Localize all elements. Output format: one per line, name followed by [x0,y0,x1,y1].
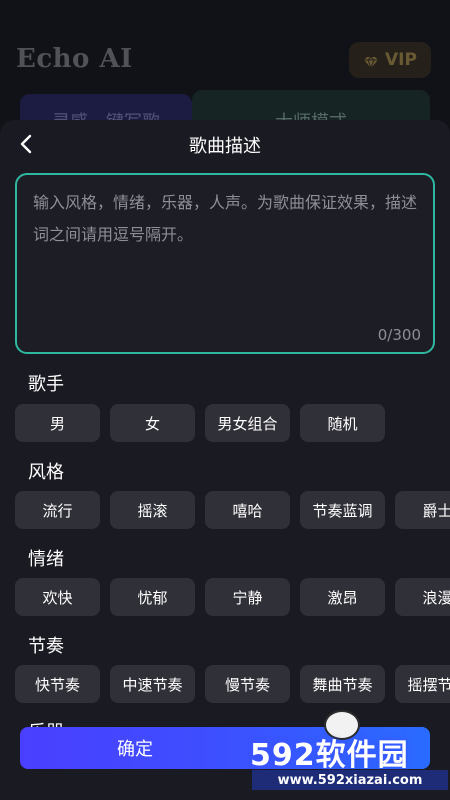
chip-mixed-group[interactable]: 男女组合 [205,404,290,442]
watermark-logo-text: 592软件园 [250,738,409,773]
chip-pop[interactable]: 流行 [15,491,100,529]
chip-hiphop[interactable]: 嘻哈 [205,491,290,529]
chip-row-rhythm: 快节奏 中速节奏 慢节奏 舞曲节奏 摇摆节奏 [15,665,450,703]
chip-rock[interactable]: 摇滚 [110,491,195,529]
vip-label: VIP [385,50,417,70]
chip-melancholy[interactable]: 忧郁 [110,578,195,616]
chip-swing-rhythm[interactable]: 摇摆节奏 [395,665,450,703]
song-description-sheet: 歌曲描述 0/300 歌手 男 女 男女组合 随机 风格 流行 摇滚 嘻哈 节奏… [0,120,450,800]
chip-medium-tempo[interactable]: 中速节奏 [110,665,195,703]
sheet-header: 歌曲描述 [0,120,450,168]
chip-slow-tempo[interactable]: 慢节奏 [205,665,290,703]
chip-row-mood: 欢快 忧郁 宁静 激昂 浪漫 [15,578,450,616]
section-label-rhythm: 节奏 [28,636,64,657]
char-counter: 0/300 [377,326,421,344]
description-box: 0/300 [15,173,435,354]
watermark-url: www.592xiazai.com [252,770,448,790]
chip-calm[interactable]: 宁静 [205,578,290,616]
sheet-title: 歌曲描述 [189,136,261,157]
vip-badge: VIP [349,42,431,78]
chip-passionate[interactable]: 激昂 [300,578,385,616]
chip-male[interactable]: 男 [15,404,100,442]
chip-cheerful[interactable]: 欢快 [15,578,100,616]
chip-random[interactable]: 随机 [300,404,385,442]
chip-fast-tempo[interactable]: 快节奏 [15,665,100,703]
chip-female[interactable]: 女 [110,404,195,442]
chip-jazz[interactable]: 爵士 [395,491,450,529]
confirm-label: 确定 [117,739,153,760]
app-title: Echo AI [16,44,133,74]
section-label-mood: 情绪 [28,549,64,570]
chip-row-singer: 男 女 男女组合 随机 [15,404,385,442]
description-input[interactable] [33,187,417,317]
chip-rnb[interactable]: 节奏蓝调 [300,491,385,529]
watermark: 592软件园 www.592xiazai.com [242,708,450,800]
chip-romantic[interactable]: 浪漫 [395,578,450,616]
diamond-icon [363,54,379,69]
section-label-singer: 歌手 [28,374,64,395]
chip-row-style: 流行 摇滚 嘻哈 节奏蓝调 爵士 [15,491,450,529]
chip-dance-rhythm[interactable]: 舞曲节奏 [300,665,385,703]
section-label-style: 风格 [28,462,64,483]
